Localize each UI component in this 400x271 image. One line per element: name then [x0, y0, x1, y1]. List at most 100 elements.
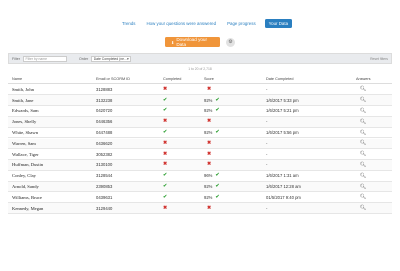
completed-status-icon: ✔: [163, 130, 168, 136]
row-name: Arnold, Sandy: [12, 184, 39, 190]
row-name: Wallace, Tiger: [12, 151, 39, 157]
row-date: -: [266, 86, 268, 92]
header-answers: Answers: [356, 77, 371, 81]
filter-bar: Filter Filter by name Order Date Complet…: [8, 53, 392, 64]
row-name: White, Shawn: [12, 130, 39, 136]
row-name: Kennedy, Megan: [12, 205, 44, 211]
download-data-button[interactable]: ⬇ Download your Data: [165, 37, 220, 47]
score-status-icon: ✖: [207, 119, 212, 125]
row-name: Huffman, Dustin: [12, 162, 44, 168]
score-status-icon: ✔: [215, 97, 220, 103]
view-answers-search-icon[interactable]: 🔍︎: [356, 162, 370, 168]
row-date: 1/6/2017 5:21 pm: [266, 108, 299, 114]
row-email: 0420720: [96, 108, 113, 114]
row-email: 0446356: [96, 119, 113, 125]
row-date: -: [266, 119, 268, 125]
order-select-value: Date Completed (ne...: [93, 57, 127, 62]
view-answers-search-icon[interactable]: 🔍︎: [356, 130, 370, 136]
view-answers-search-icon[interactable]: 🔍︎: [356, 119, 370, 125]
row-score: 92%: [204, 130, 213, 136]
download-label: Download your Data: [176, 37, 208, 47]
table-row: Wallace, Tiger 3052382 ✖ ✖ - 🔍︎: [8, 149, 392, 161]
row-email: 0436620: [96, 140, 113, 146]
score-status-icon: ✔: [215, 184, 220, 190]
actions-bar: ⬇ Download your Data ⚙: [165, 37, 235, 47]
row-email: 0447488: [96, 130, 113, 136]
row-date: -: [266, 205, 268, 211]
row-email: 3130100: [96, 162, 113, 168]
view-answers-search-icon[interactable]: 🔍︎: [356, 97, 370, 103]
completed-status-icon: ✔: [163, 194, 168, 200]
tab-page-progress[interactable]: Page progress: [225, 20, 258, 28]
table-row: Smith, Jane 3132238 ✔ 92% ✔ 1/6/2017 5:33…: [8, 95, 392, 107]
score-status-icon: ✖: [207, 151, 212, 157]
view-answers-search-icon[interactable]: 🔍︎: [356, 184, 370, 190]
score-status-icon: ✔: [215, 194, 220, 200]
report-tabs: Trends How your questions were answered …: [120, 19, 293, 28]
table-row: White, Shawn 0447488 ✔ 92% ✔ 1/6/2017 5:5…: [8, 128, 392, 139]
score-status-icon: ✖: [207, 140, 212, 146]
score-status-icon: ✖: [207, 205, 212, 211]
score-status-icon: ✔: [215, 130, 220, 136]
order-select[interactable]: Date Completed (ne... ▾: [91, 55, 132, 62]
tab-how-questions-answered[interactable]: How your questions were answered: [145, 20, 219, 28]
tab-trends[interactable]: Trends: [120, 20, 138, 28]
row-name: Jones, Shelly: [12, 119, 37, 125]
view-answers-search-icon[interactable]: 🔍︎: [356, 205, 370, 211]
completed-status-icon: ✖: [163, 86, 168, 92]
row-score: 92%: [204, 184, 213, 190]
table-row: Arnold, Sandy 2390853 ✔ 92% ✔ 1/6/2017 12…: [8, 181, 392, 193]
score-status-icon: ✔: [215, 173, 220, 179]
row-name: Edwards, Sam: [12, 108, 39, 114]
row-date: -: [266, 151, 268, 157]
completed-status-icon: ✖: [163, 119, 168, 125]
results-count: 1 to 20 of 2,718: [188, 67, 212, 71]
reset-filters-link[interactable]: Reset filters: [370, 57, 388, 61]
row-email: 3132238: [96, 97, 113, 103]
filter-label: Filter: [12, 56, 20, 61]
row-date: -: [266, 140, 268, 146]
score-status-icon: ✔: [215, 108, 220, 114]
completed-status-icon: ✖: [163, 151, 168, 157]
score-status-icon: ✖: [207, 162, 212, 168]
completed-status-icon: ✔: [163, 173, 168, 179]
completed-status-icon: ✔: [163, 97, 168, 103]
row-score: 92%: [204, 108, 213, 114]
filter-name-input[interactable]: Filter by name: [23, 55, 67, 62]
table-row: Smith, John 3128883 ✖ ✖ - 🔍︎: [8, 85, 392, 96]
table-row: Warren, Sam 0436620 ✖ ✖ - 🔍︎: [8, 138, 392, 150]
row-email: 3052382: [96, 151, 113, 157]
row-email: 3129440: [96, 205, 113, 211]
score-status-icon: ✖: [207, 86, 212, 92]
row-date: 1/6/2017 1:31 am: [266, 173, 299, 179]
download-icon: ⬇: [171, 39, 175, 45]
view-answers-search-icon[interactable]: 🔍︎: [356, 86, 370, 92]
table-row: Edwards, Sam 0420720 ✔ 92% ✔ 1/6/2017 5:2…: [8, 106, 392, 117]
row-date: 1/6/2017 5:56 pm: [266, 130, 299, 136]
view-answers-search-icon[interactable]: 🔍︎: [356, 194, 370, 200]
completed-status-icon: ✔: [163, 184, 168, 190]
header-name[interactable]: Name: [12, 77, 22, 81]
header-completed[interactable]: Completed: [163, 77, 183, 81]
table-row: Huffman, Dustin 3130100 ✖ ✖ - 🔍︎: [8, 160, 392, 171]
row-email: 0439631: [96, 194, 113, 200]
view-answers-search-icon[interactable]: 🔍︎: [356, 151, 370, 157]
view-answers-search-icon[interactable]: 🔍︎: [356, 173, 370, 179]
table-row: Jones, Shelly 0446356 ✖ ✖ - 🔍︎: [8, 116, 392, 128]
completed-status-icon: ✖: [163, 162, 168, 168]
table-row: Williams, Bruce 0439631 ✔ 92% ✔ 01/5/2017…: [8, 193, 392, 204]
order-label: Order: [79, 56, 89, 61]
header-email[interactable]: Email or SCORM ID: [96, 77, 130, 81]
row-name: Conley, Clay: [12, 173, 36, 179]
header-date-completed[interactable]: Date Completed: [266, 77, 293, 81]
row-name: Warren, Sam: [12, 140, 36, 146]
tab-your-data[interactable]: Your Data: [264, 19, 293, 28]
row-date: 01/5/2017 9:40 pm: [266, 194, 301, 200]
row-date: -: [266, 162, 268, 168]
table-row: Conley, Clay 3128544 ✔ 96% ✔ 1/6/2017 1:3…: [8, 171, 392, 182]
gear-icon[interactable]: ⚙: [226, 37, 235, 47]
header-score[interactable]: Score: [204, 77, 234, 81]
view-answers-search-icon[interactable]: 🔍︎: [356, 108, 370, 114]
view-answers-search-icon[interactable]: 🔍︎: [356, 140, 370, 146]
row-score: 92%: [204, 97, 213, 103]
